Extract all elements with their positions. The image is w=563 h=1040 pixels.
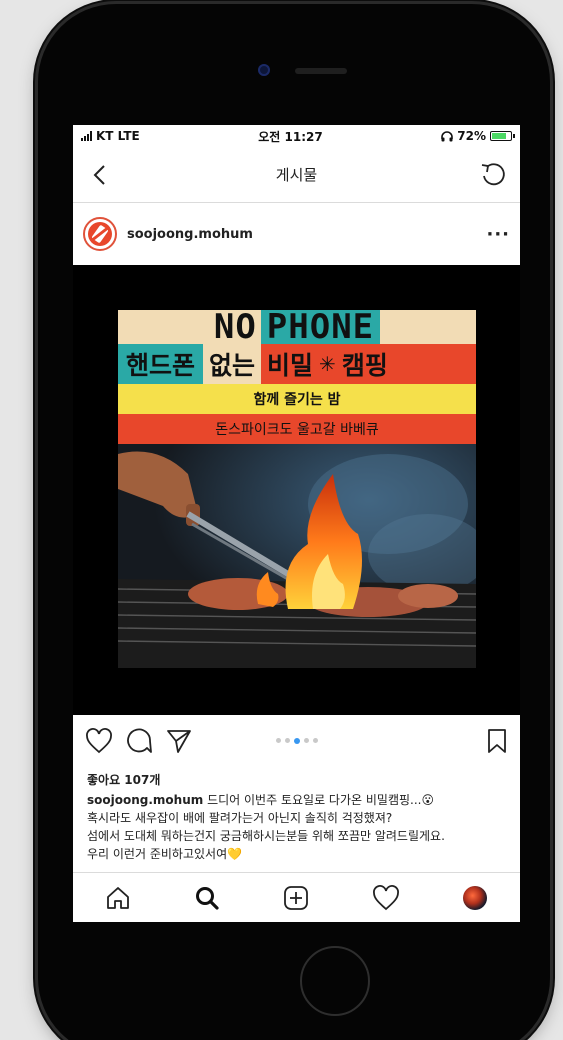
post-image[interactable]: NO PHONE 핸드폰 없는 비밀 ✳ 캠핑 함께 즐기는 밤 돈스파이크도 … — [73, 265, 520, 715]
search-icon — [196, 886, 219, 910]
carousel-dot — [284, 738, 290, 743]
bbq-photo — [118, 444, 476, 668]
poster-sub-without: 없는 — [203, 344, 262, 384]
add-post-icon — [284, 885, 309, 910]
poster-line-bbq: 돈스파이크도 울고갈 바베큐 — [118, 414, 476, 444]
event-poster: NO PHONE 핸드폰 없는 비밀 ✳ 캠핑 함께 즐기는 밤 돈스파이크도 … — [118, 310, 476, 668]
headphones-icon — [441, 130, 454, 141]
poster-star-icon: ✳ — [319, 352, 336, 376]
nav-bar: 게시물 — [73, 147, 520, 203]
paper-plane-icon[interactable] — [165, 728, 193, 754]
post-caption: soojoong.mohum 드디어 이번주 토요일로 다가온 비밀캠핑...😮… — [73, 791, 520, 863]
tab-activity[interactable] — [366, 878, 406, 918]
poster-title-phone: PHONE — [260, 310, 381, 347]
poster-sub-secret-camping: 비밀 ✳ 캠핑 — [261, 344, 476, 384]
avatar[interactable] — [83, 217, 117, 251]
post-header: soojoong.mohum ··· — [73, 203, 520, 265]
poster-subtitle: 핸드폰 없는 비밀 ✳ 캠핑 — [118, 344, 476, 384]
more-options-button[interactable]: ··· — [486, 224, 510, 245]
status-bar: KT LTE 오전 11:27 72% — [73, 125, 520, 147]
clock: 오전 11:27 — [258, 129, 323, 144]
post-username[interactable]: soojoong.mohum — [127, 227, 486, 242]
front-camera — [258, 64, 270, 76]
caption-line-1: 드디어 이번주 토요일로 다가온 비밀캠핑...😮 — [203, 793, 434, 807]
poster-sub-camping: 캠핑 — [341, 351, 388, 380]
caption-line-4: 우리 이런거 준비하고있서여💛 — [87, 847, 243, 861]
no-phone-logo-icon — [88, 222, 112, 246]
bbq-grill-illustration — [118, 444, 476, 668]
profile-avatar — [463, 885, 488, 910]
refresh-button[interactable] — [478, 160, 508, 190]
tab-profile[interactable] — [455, 878, 495, 918]
caption-author[interactable]: soojoong.mohum — [87, 793, 203, 807]
battery-icon — [489, 131, 515, 141]
poster-sub-secret: 비밀 — [267, 351, 314, 380]
poster-line-night: 함께 즐기는 밤 — [118, 384, 476, 414]
battery-percent: 72% — [457, 129, 486, 143]
tab-bar — [73, 872, 520, 922]
carousel-dot-active — [293, 738, 300, 744]
chevron-left-icon — [93, 164, 105, 185]
signal-icon — [81, 131, 92, 141]
comment-icon[interactable] — [125, 727, 153, 755]
home-button[interactable] — [300, 946, 370, 1016]
back-button[interactable] — [85, 160, 115, 190]
carousel-dot — [312, 738, 318, 743]
refresh-icon — [481, 162, 505, 185]
carousel-indicator — [275, 738, 318, 744]
carrier-label: KT LTE — [96, 129, 140, 143]
poster-sub-phone: 핸드폰 — [118, 344, 204, 384]
stage: KT LTE 오전 11:27 72% 게시물 soojoong.mohum ·… — [0, 0, 563, 1040]
tab-search[interactable] — [187, 878, 227, 918]
earpiece-speaker — [295, 68, 347, 74]
caption-line-2: 혹시라도 새우잡이 배에 팔려가는거 아닌지 솔직히 걱정했져? — [87, 811, 393, 825]
page-title: 게시물 — [275, 166, 318, 184]
carousel-dot — [303, 738, 309, 743]
tab-home[interactable] — [98, 878, 138, 918]
like-count[interactable]: 좋아요 107개 — [73, 767, 520, 791]
poster-title: NO PHONE — [118, 310, 476, 347]
poster-title-no: NO — [213, 310, 257, 347]
screen: KT LTE 오전 11:27 72% 게시물 soojoong.mohum ·… — [73, 125, 520, 922]
heart-icon[interactable] — [85, 728, 113, 754]
heart-icon — [372, 884, 399, 910]
caption-line-3: 섬에서 도대체 뭐하는건지 궁금해하시는분들 위해 쪼끔만 알려드릴게요. — [87, 829, 445, 843]
carousel-dot — [275, 738, 281, 743]
post-actions — [73, 715, 520, 767]
bookmark-icon[interactable] — [486, 728, 508, 754]
home-icon — [106, 886, 129, 909]
tab-add-post[interactable] — [276, 878, 316, 918]
